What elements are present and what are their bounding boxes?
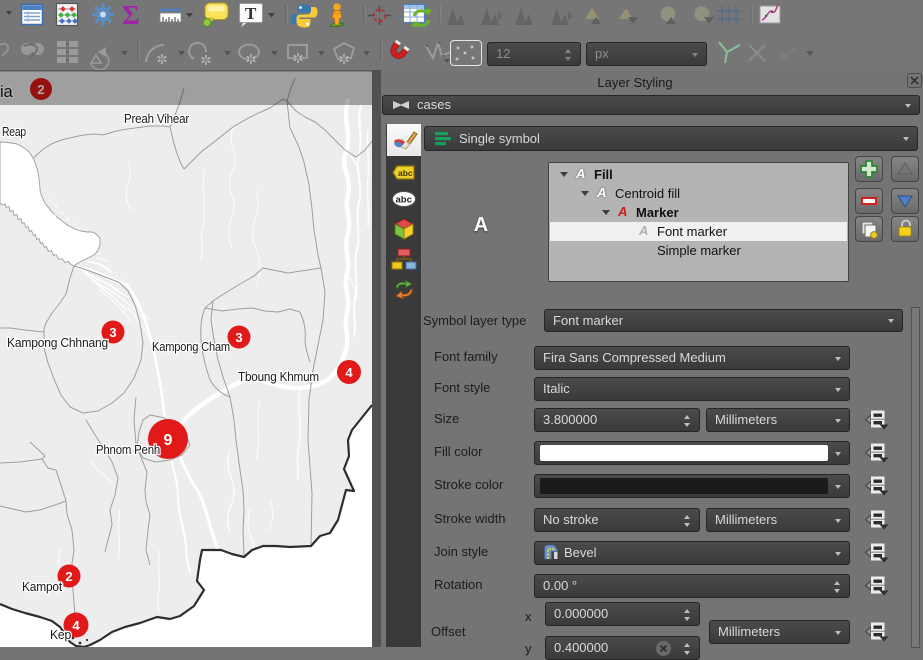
svg-text:Phnom Penh: Phnom Penh [96,443,160,457]
svg-text:abc: abc [396,195,412,206]
svg-text:9: 9 [164,432,173,449]
svg-text:Kampong Chhnang: Kampong Chhnang [7,336,108,350]
svg-text:T: T [245,4,257,23]
svg-text:Kep: Kep [50,628,71,642]
svg-text:Σ: Σ [122,0,140,30]
svg-text:Preah Vihear: Preah Vihear [124,112,189,126]
svg-text:Kampot: Kampot [22,580,63,594]
svg-text:3: 3 [235,330,242,345]
svg-text:abc: abc [398,168,413,178]
svg-text:Reap: Reap [2,125,26,139]
svg-text:Tboung Khmum: Tboung Khmum [238,370,319,384]
svg-text:4: 4 [72,618,80,633]
svg-text:Kampong Cham: Kampong Cham [152,340,230,354]
svg-text:2: 2 [65,569,72,584]
svg-text:4: 4 [345,365,353,380]
svg-text:3: 3 [109,325,116,340]
